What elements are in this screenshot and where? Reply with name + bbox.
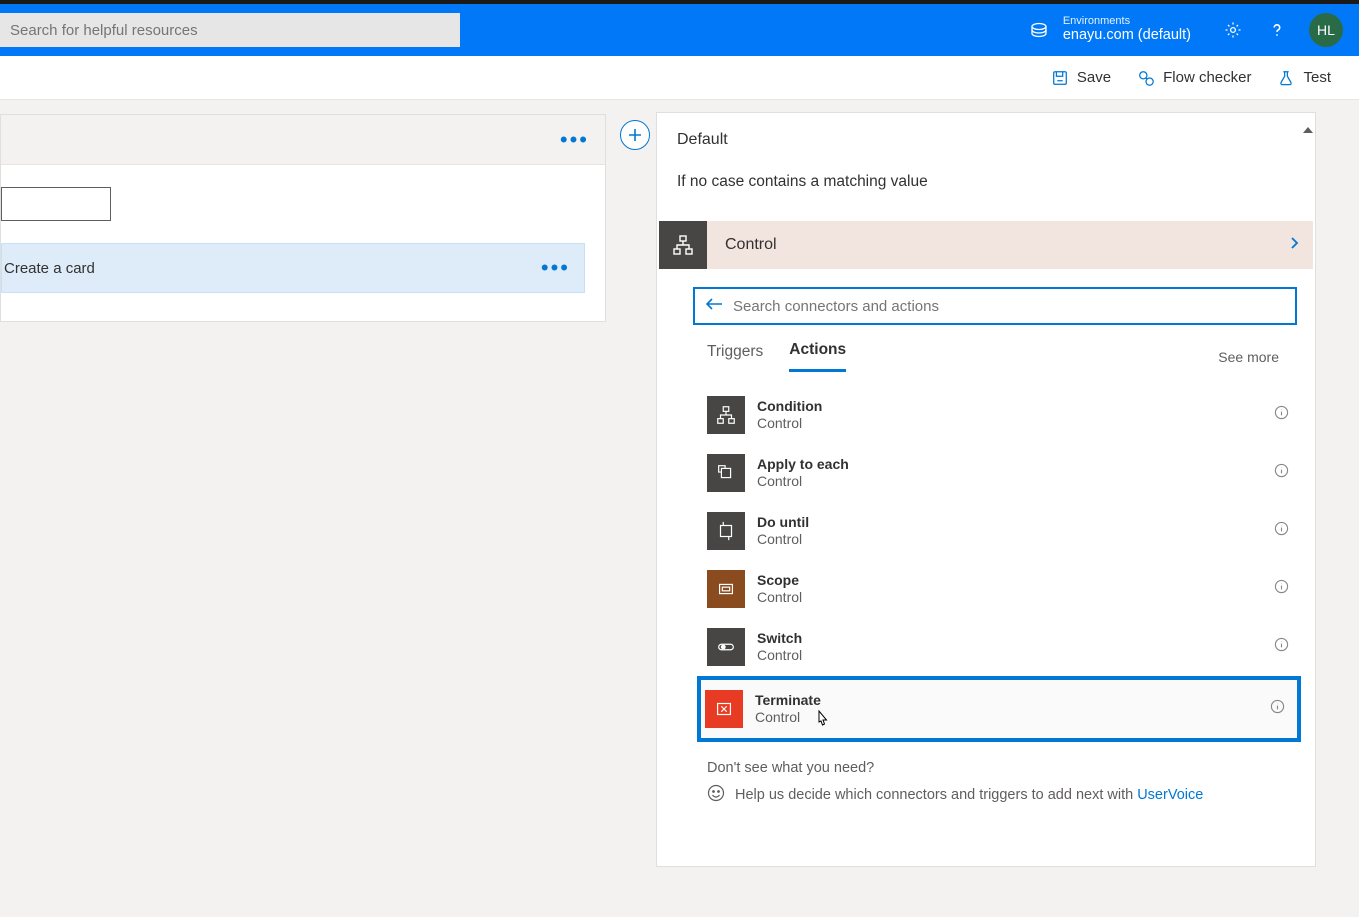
action-name: Switch (757, 630, 802, 647)
action-list: ConditionControl Apply to eachControl Do… (707, 386, 1297, 742)
footer-help-text: Help us decide which connectors and trig… (735, 787, 1203, 803)
test-label: Test (1303, 69, 1331, 86)
action-search-container (693, 287, 1297, 325)
create-card-menu-button[interactable]: ••• (541, 257, 570, 279)
action-apply-to-each[interactable]: Apply to eachControl (707, 444, 1297, 502)
action-sub: Control (757, 415, 822, 432)
do-until-icon (707, 512, 745, 550)
action-sub: Control (757, 531, 809, 548)
smile-icon (707, 784, 725, 806)
scroll-up-indicator (1303, 127, 1313, 133)
tab-actions[interactable]: Actions (789, 341, 846, 372)
action-sub: Control (757, 647, 802, 664)
case-card-body: Create a card ••• (1, 165, 605, 321)
add-step-button[interactable] (620, 120, 650, 150)
see-more-link[interactable]: See more (1218, 349, 1279, 365)
info-icon[interactable] (1274, 521, 1289, 541)
chevron-right-icon (1289, 236, 1299, 255)
condition-icon (707, 396, 745, 434)
back-arrow-icon[interactable] (705, 297, 723, 316)
case-value-input[interactable] (1, 187, 111, 221)
info-icon[interactable] (1274, 579, 1289, 599)
create-card-label: Create a card (4, 260, 95, 277)
global-search-input[interactable] (0, 13, 460, 47)
info-icon[interactable] (1274, 463, 1289, 483)
panel-tabs: Triggers Actions See more (707, 341, 1295, 372)
footer-question: Don't see what you need? (707, 760, 1295, 776)
action-search-input[interactable] (733, 298, 1285, 315)
action-do-until[interactable]: Do untilControl (707, 502, 1297, 560)
connector-header[interactable]: Control (659, 221, 1313, 269)
action-name: Scope (757, 572, 802, 589)
panel-footer: Don't see what you need? Help us decide … (707, 760, 1295, 806)
environment-picker[interactable]: Environments enayu.com (default) (1063, 15, 1191, 44)
info-icon[interactable] (1274, 405, 1289, 425)
action-condition[interactable]: ConditionControl (707, 386, 1297, 444)
info-icon[interactable] (1274, 637, 1289, 657)
control-connector-icon (659, 221, 707, 269)
environment-name: enayu.com (default) (1063, 27, 1191, 44)
action-name: Condition (757, 398, 822, 415)
terminate-icon (705, 690, 743, 728)
apply-to-each-icon (707, 454, 745, 492)
command-bar: Save Flow checker Test (0, 56, 1359, 100)
flow-checker-button[interactable]: Flow checker (1137, 69, 1251, 87)
case-card-header: ••• (1, 115, 605, 165)
flow-checker-label: Flow checker (1163, 69, 1251, 86)
save-button[interactable]: Save (1051, 69, 1111, 87)
switch-icon (707, 628, 745, 666)
environment-icon (1029, 20, 1049, 40)
action-name: Terminate (755, 692, 821, 709)
panel-title: Default (677, 131, 1295, 149)
action-sub: Control (757, 473, 849, 490)
tab-triggers[interactable]: Triggers (707, 343, 763, 371)
help-icon[interactable] (1267, 20, 1287, 40)
uservoice-link[interactable]: UserVoice (1137, 787, 1203, 803)
default-case-panel: Default If no case contains a matching v… (656, 112, 1316, 867)
action-sub: Control (757, 589, 802, 606)
app-header: Environments enayu.com (default) HL (0, 4, 1359, 56)
user-avatar[interactable]: HL (1309, 13, 1343, 47)
save-label: Save (1077, 69, 1111, 86)
scope-icon (707, 570, 745, 608)
info-icon[interactable] (1270, 699, 1285, 719)
create-card-action[interactable]: Create a card ••• (1, 243, 585, 293)
action-switch[interactable]: SwitchControl (707, 618, 1297, 676)
action-terminate[interactable]: TerminateControl (705, 686, 1293, 732)
test-button[interactable]: Test (1277, 69, 1331, 87)
action-name: Do until (757, 514, 809, 531)
environment-label: Environments (1063, 15, 1191, 27)
panel-description: If no case contains a matching value (677, 173, 1295, 191)
connector-title: Control (725, 236, 1289, 254)
action-name: Apply to each (757, 456, 849, 473)
settings-icon[interactable] (1223, 20, 1243, 40)
flow-canvas: ••• Create a card ••• Default If no case… (0, 100, 1359, 917)
avatar-initials: HL (1317, 22, 1335, 38)
action-sub: Control (755, 709, 821, 726)
terminate-highlight: TerminateControl (697, 676, 1301, 742)
action-scope[interactable]: ScopeControl (707, 560, 1297, 618)
case-card[interactable]: ••• Create a card ••• (0, 114, 606, 322)
card-menu-button[interactable]: ••• (560, 129, 589, 151)
